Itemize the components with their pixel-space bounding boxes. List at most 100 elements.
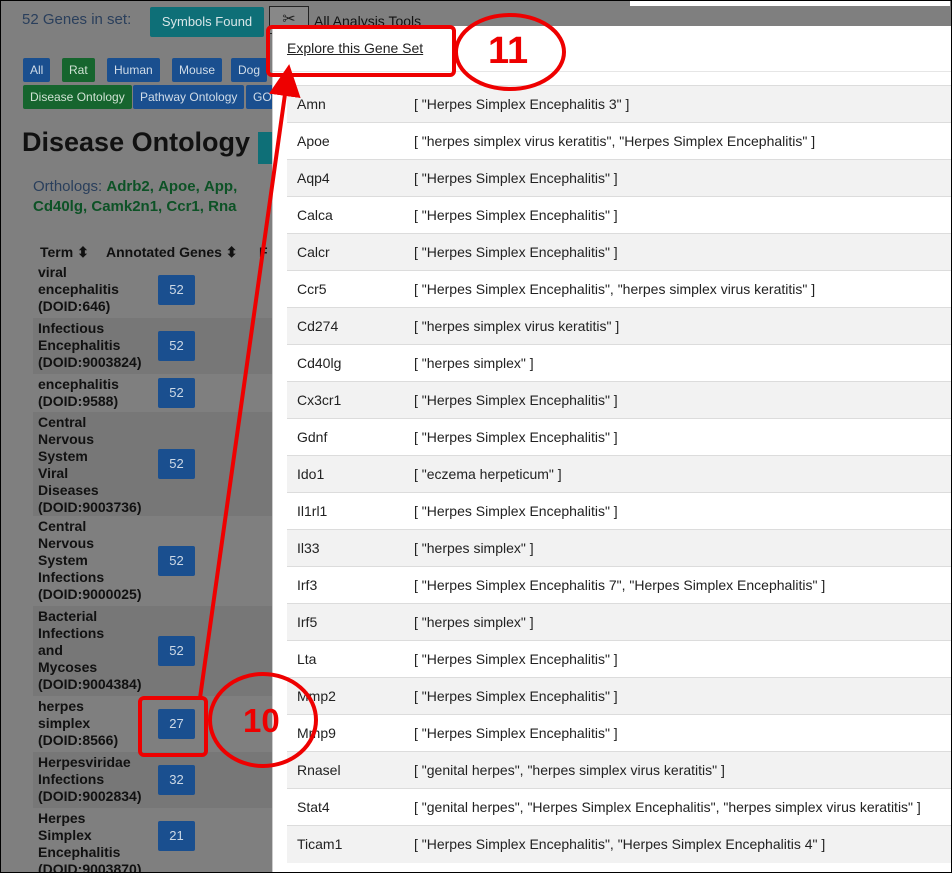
term-row: encephalitis (DOID:9588) 52 [33,374,273,412]
gene-row: Calca [ "Herpes Simplex Encephalitis" ] [287,196,952,234]
term-line: System [38,552,88,568]
term-label[interactable]: Central Nervous System Viral Diseases (DOID:9… [38,414,142,516]
term-line: Infections [38,771,105,787]
term-line: encephalitis [38,376,119,392]
term-line: Herpes [38,810,86,826]
term-label[interactable]: Herpesviridae Infections (DOID:9002834) [38,754,142,805]
gene-diseases: [ "Herpes Simplex Encephalitis" ] [414,170,618,186]
term-line: (DOID:646) [38,298,111,314]
term-line: (DOID:9003824) [38,354,142,370]
gene-row: Irf3 [ "Herpes Simplex Encephalitis 7", "… [287,566,952,604]
term-label[interactable]: Infectious Encephalitis (DOID:9003824) [38,320,142,371]
annotated-genes-count-button[interactable]: 52 [158,331,195,361]
term-line: viral [38,264,67,280]
gene-row: Mmp2 [ "Herpes Simplex Encephalitis" ] [287,677,952,715]
term-line: Infections [38,569,105,585]
gene-row: Calcr [ "Herpes Simplex Encephalitis" ] [287,233,952,271]
explore-gene-set-link[interactable]: Explore this Gene Set [287,40,423,56]
annotated-genes-count-button[interactable]: 27 [158,709,195,739]
ortholog-link[interactable]: Ccr1, [166,198,204,215]
annotated-genes-count-button[interactable]: 52 [158,275,195,305]
annotated-genes-count-button[interactable]: 52 [158,636,195,666]
gene-diseases: [ "Herpes Simplex Encephalitis" ] [414,725,618,741]
annotated-genes-count-button[interactable]: 52 [158,546,195,576]
term-label[interactable]: Herpes Simplex Encephalitis (DOID:9003870) [38,810,142,873]
term-line: Central [38,518,87,534]
term-label[interactable]: Bacterial Infections and Mycoses (DOID:90043… [38,608,142,693]
filter-human-button[interactable]: Human [107,58,160,82]
annotated-genes-count-button[interactable]: 32 [158,765,195,795]
term-row: Herpes Simplex Encephalitis (DOID:9003870) 2… [33,808,273,873]
gene-diseases: [ "Herpes Simplex Encephalitis", "herpes… [414,281,816,297]
annotated-genes-count-button[interactable]: 21 [158,821,195,851]
gene-row: Aqp4 [ "Herpes Simplex Encephalitis" ] [287,159,952,197]
gene-symbol: Ido1 [297,466,325,482]
gene-row: Ccr5 [ "Herpes Simplex Encephalitis", "he… [287,270,952,308]
gene-symbol: Irf5 [297,614,318,630]
term-row: herpes simplex (DOID:8566) 27 [33,696,273,752]
ortholog-link[interactable]: Adrb2, [106,178,154,195]
gene-row: Il1rl1 [ "Herpes Simplex Encephalitis" ] [287,492,952,530]
gene-diseases: [ "herpes simplex virus keratitis", "Her… [414,133,816,149]
term-line: (DOID:9002834) [38,788,142,804]
column-header-extra[interactable]: F [259,244,268,260]
gene-symbol: Mmp9 [297,725,336,741]
gene-diseases: [ "Herpes Simplex Encephalitis" ] [414,429,618,445]
gene-row: Gdnf [ "Herpes Simplex Encephalitis" ] [287,418,952,456]
term-line: Diseases [38,482,99,498]
ortholog-link[interactable]: Apoe, [158,178,200,195]
gene-symbol: Gdnf [297,429,328,445]
term-line: Herpesviridae [38,754,131,770]
term-row: Infectious Encephalitis (DOID:9003824) 52 [33,318,273,374]
ortholog-link[interactable]: Cd40lg, [33,198,87,215]
annotated-genes-count-button[interactable]: 52 [158,378,195,408]
gene-symbol: Stat4 [297,799,330,815]
symbols-found-button[interactable]: Symbols Found [150,7,264,37]
term-label[interactable]: herpes simplex (DOID:8566) [38,698,118,749]
disease-ontology-button[interactable]: Disease Ontology [23,85,132,109]
gene-row: Ido1 [ "eczema herpeticum" ] [287,455,952,493]
gene-set-panel: Explore this Gene Set Amn [ "Herpes Simpl… [272,26,952,873]
gene-symbol: Ccr5 [297,281,327,297]
column-header-annotated-genes[interactable]: Annotated Genes ⬍ [106,244,238,261]
ortholog-link[interactable]: Rna [208,198,236,215]
ortholog-link[interactable]: App, [204,178,237,195]
term-line: Bacterial [38,608,98,624]
term-label[interactable]: viral encephalitis (DOID:646) [38,264,119,315]
section-title-button[interactable] [258,132,272,164]
column-header-term[interactable]: Term ⬍ [40,244,89,261]
section-title: Disease Ontology [22,127,251,157]
gene-diseases: [ "herpes simplex" ] [414,355,534,371]
filter-mouse-button[interactable]: Mouse [172,58,223,82]
gene-row: Cx3cr1 [ "Herpes Simplex Encephalitis" ] [287,381,952,419]
orthologs-label: Orthologs: [33,178,103,195]
ortholog-link[interactable]: Camk2n1, [91,198,162,215]
term-label[interactable]: encephalitis (DOID:9588) [38,376,119,410]
gene-symbol: Irf3 [297,577,318,593]
term-line: Infectious [38,320,105,336]
orthologs-list: Orthologs: Adrb2, Apoe, App, Cd40lg, Cam… [33,177,273,217]
filter-dog-button[interactable]: Dog [231,58,268,82]
gene-symbol: Lta [297,651,317,667]
gene-row: Apoe [ "herpes simplex virus keratitis", … [287,122,952,160]
term-row: Bacterial Infections and Mycoses (DOID:90043… [33,606,273,696]
gene-diseases: [ "genital herpes", "Herpes Simplex Ence… [414,799,921,815]
annotated-genes-count-button[interactable]: 52 [158,449,195,479]
gene-symbol: Cd40lg [297,355,342,371]
filter-rat-button[interactable]: Rat [62,58,95,82]
gene-symbol: Calca [297,207,333,223]
gene-row: Ticam1 [ "Herpes Simplex Encephalitis", "… [287,825,952,863]
gene-row: Rnasel [ "genital herpes", "herpes simple… [287,751,952,789]
term-label[interactable]: Central Nervous System Infections (DOID:9000… [38,518,142,603]
term-line: (DOID:9003870) [38,861,142,873]
term-line: herpes [38,698,84,714]
filter-all-button[interactable]: All [23,58,51,82]
pathway-ontology-button[interactable]: Pathway Ontology [133,85,245,109]
term-line: Mycoses [38,659,98,675]
gene-symbol: Apoe [297,133,330,149]
term-line: Infections [38,625,105,641]
gene-diseases: [ "Herpes Simplex Encephalitis", "Herpes… [414,836,826,852]
term-row: Central Nervous System Viral Diseases (DOID:9… [33,412,273,516]
term-line: (DOID:9004384) [38,676,142,692]
gene-row: Mmp9 [ "Herpes Simplex Encephalitis" ] [287,714,952,752]
